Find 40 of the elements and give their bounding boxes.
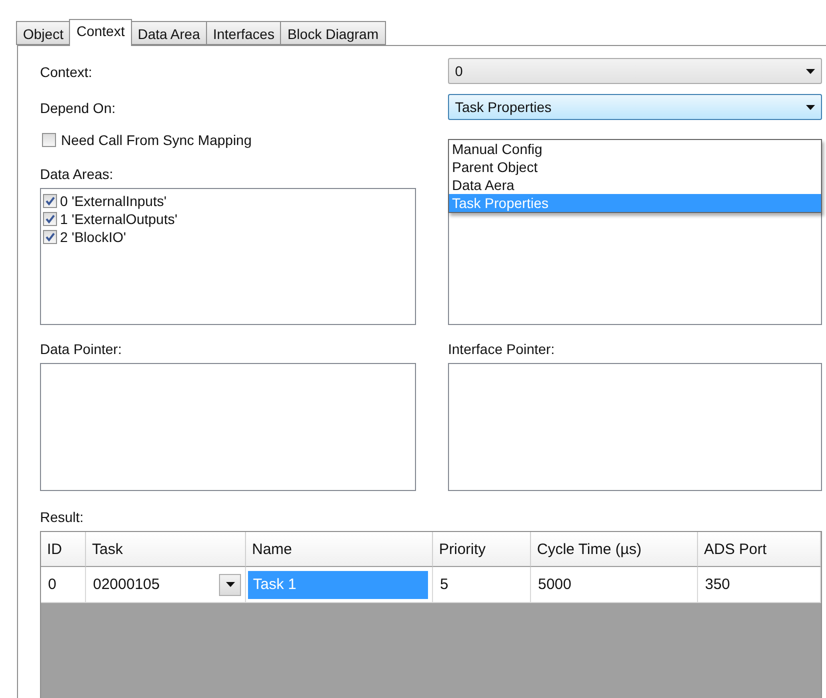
- table-cell-text: 0: [47, 575, 58, 595]
- column-header[interactable]: Name: [246, 532, 433, 567]
- depend-on-dropdown[interactable]: Task Properties: [448, 94, 822, 120]
- checkbox[interactable]: [43, 194, 57, 208]
- dropdown-arrow-icon: [806, 68, 815, 74]
- checkbox[interactable]: [42, 133, 56, 147]
- field-label: Data Pointer:: [40, 341, 122, 357]
- context-dropdown[interactable]: 0: [448, 58, 822, 84]
- table-cell-text: 02000105: [92, 575, 161, 595]
- list-item[interactable]: 0 'ExternalInputs': [60, 193, 167, 209]
- checkbox-label: Need Call From Sync Mapping: [61, 132, 252, 148]
- tab[interactable]: Interfaces: [206, 21, 282, 45]
- column-header[interactable]: Task: [86, 532, 246, 567]
- tab[interactable]: Object: [16, 21, 70, 45]
- column-header[interactable]: ADS Port: [698, 532, 821, 567]
- tab[interactable]: Data Area: [130, 21, 207, 45]
- column-header[interactable]: ID: [41, 532, 86, 567]
- dropdown-option[interactable]: Data Aera: [449, 176, 821, 194]
- field-label: Interface Pointer:: [448, 341, 555, 357]
- table-cell-text: 5000: [537, 575, 572, 595]
- field-label: Context:: [40, 64, 92, 80]
- table-cell-text: 5: [439, 575, 450, 595]
- dropdown-option[interactable]: Parent Object: [449, 158, 821, 176]
- list-item[interactable]: 1 'ExternalOutputs': [60, 211, 178, 227]
- field-label: Data Areas:: [40, 166, 114, 182]
- dropdown-arrow-icon: [806, 104, 815, 110]
- tab[interactable]: Block Diagram: [280, 21, 386, 45]
- table-cell-text: 350: [704, 575, 732, 595]
- checkbox[interactable]: [43, 230, 57, 244]
- dropdown-option[interactable]: Manual Config: [449, 140, 821, 158]
- column-header[interactable]: Cycle Time (µs): [531, 532, 698, 567]
- tab[interactable]: Context: [69, 19, 132, 46]
- field-label: Depend On:: [40, 100, 116, 116]
- column-header[interactable]: Priority: [433, 532, 531, 567]
- dropdown-button[interactable]: [219, 574, 241, 596]
- table-cell: Task 1: [248, 570, 428, 598]
- checkbox[interactable]: [43, 212, 57, 226]
- dropdown-arrow-icon: [226, 582, 234, 587]
- field-label: Result:: [40, 509, 84, 525]
- list-item[interactable]: 2 'BlockIO': [60, 229, 126, 245]
